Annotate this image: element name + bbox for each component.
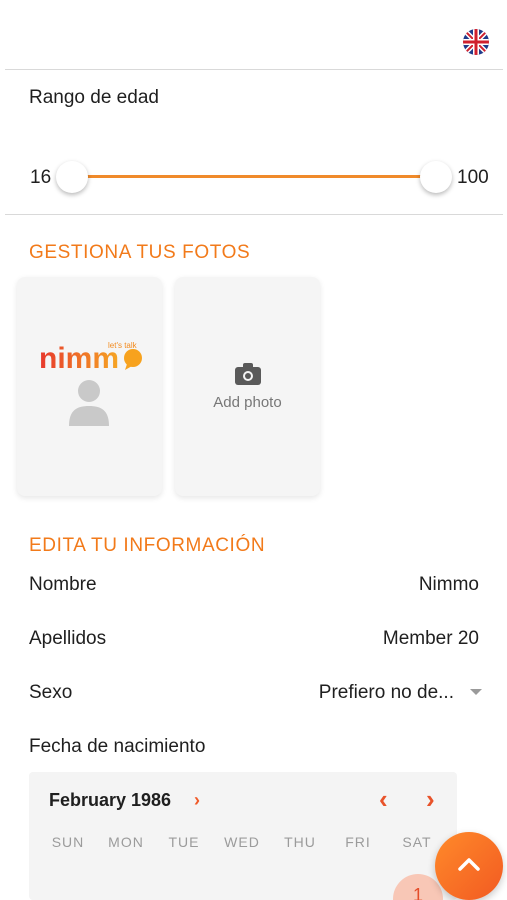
next-month-button[interactable]: › (426, 786, 435, 812)
month-picker-chevron-icon[interactable]: › (194, 790, 200, 811)
age-min-value: 16 (30, 167, 52, 188)
scroll-to-top-button[interactable] (435, 832, 503, 900)
previous-month-button[interactable]: ‹ (379, 786, 388, 812)
dropdown-arrow-icon[interactable] (470, 689, 482, 695)
photos-section-title: GESTIONA TUS FOTOS (29, 242, 251, 263)
calendar-month-title[interactable]: February 1986 (49, 790, 171, 811)
gender-select[interactable]: Prefiero no de... (319, 682, 454, 704)
weekday-label: THU (284, 834, 316, 850)
age-min-slider-handle[interactable] (56, 161, 88, 193)
divider (5, 69, 503, 70)
first-name-field[interactable]: Nimmo (419, 574, 479, 596)
weekday-label: MON (108, 834, 144, 850)
top-bar (0, 0, 507, 70)
chevron-up-icon (457, 856, 481, 877)
info-section-title: EDITA TU INFORMACIÓN (29, 535, 266, 556)
gender-label: Sexo (29, 682, 73, 703)
camera-icon (235, 363, 261, 390)
calendar-day[interactable]: 1 (393, 885, 443, 900)
first-name-label: Nombre (29, 574, 97, 595)
svg-text:nimm: nimm (39, 342, 119, 371)
age-range-slider-track[interactable] (72, 175, 436, 178)
age-range-label: Rango de edad (29, 87, 159, 108)
birthdate-label: Fecha de nacimiento (29, 736, 206, 757)
weekday-label: WED (224, 834, 260, 850)
last-name-field[interactable]: Member 20 (383, 628, 479, 650)
nimmo-logo: nimm let's talk (39, 339, 143, 375)
birthdate-calendar: February 1986 › ‹ › SUN MON TUE WED THU … (29, 772, 457, 900)
age-max-slider-handle[interactable] (420, 161, 452, 193)
weekday-label: FRI (345, 834, 371, 850)
weekday-label: SUN (51, 834, 85, 850)
age-max-value: 100 (457, 167, 489, 188)
uk-flag-icon[interactable] (463, 29, 489, 55)
last-name-label: Apellidos (29, 628, 107, 649)
svg-text:let's talk: let's talk (108, 341, 138, 350)
weekday-label: SAT (402, 834, 432, 850)
add-photo-label: Add photo (213, 394, 282, 411)
profile-photo-card[interactable]: nimm let's talk (17, 277, 162, 496)
avatar-placeholder-icon (67, 378, 111, 431)
add-photo-card[interactable]: Add photo (175, 277, 320, 496)
divider (5, 214, 503, 215)
weekday-label: TUE (168, 834, 200, 850)
